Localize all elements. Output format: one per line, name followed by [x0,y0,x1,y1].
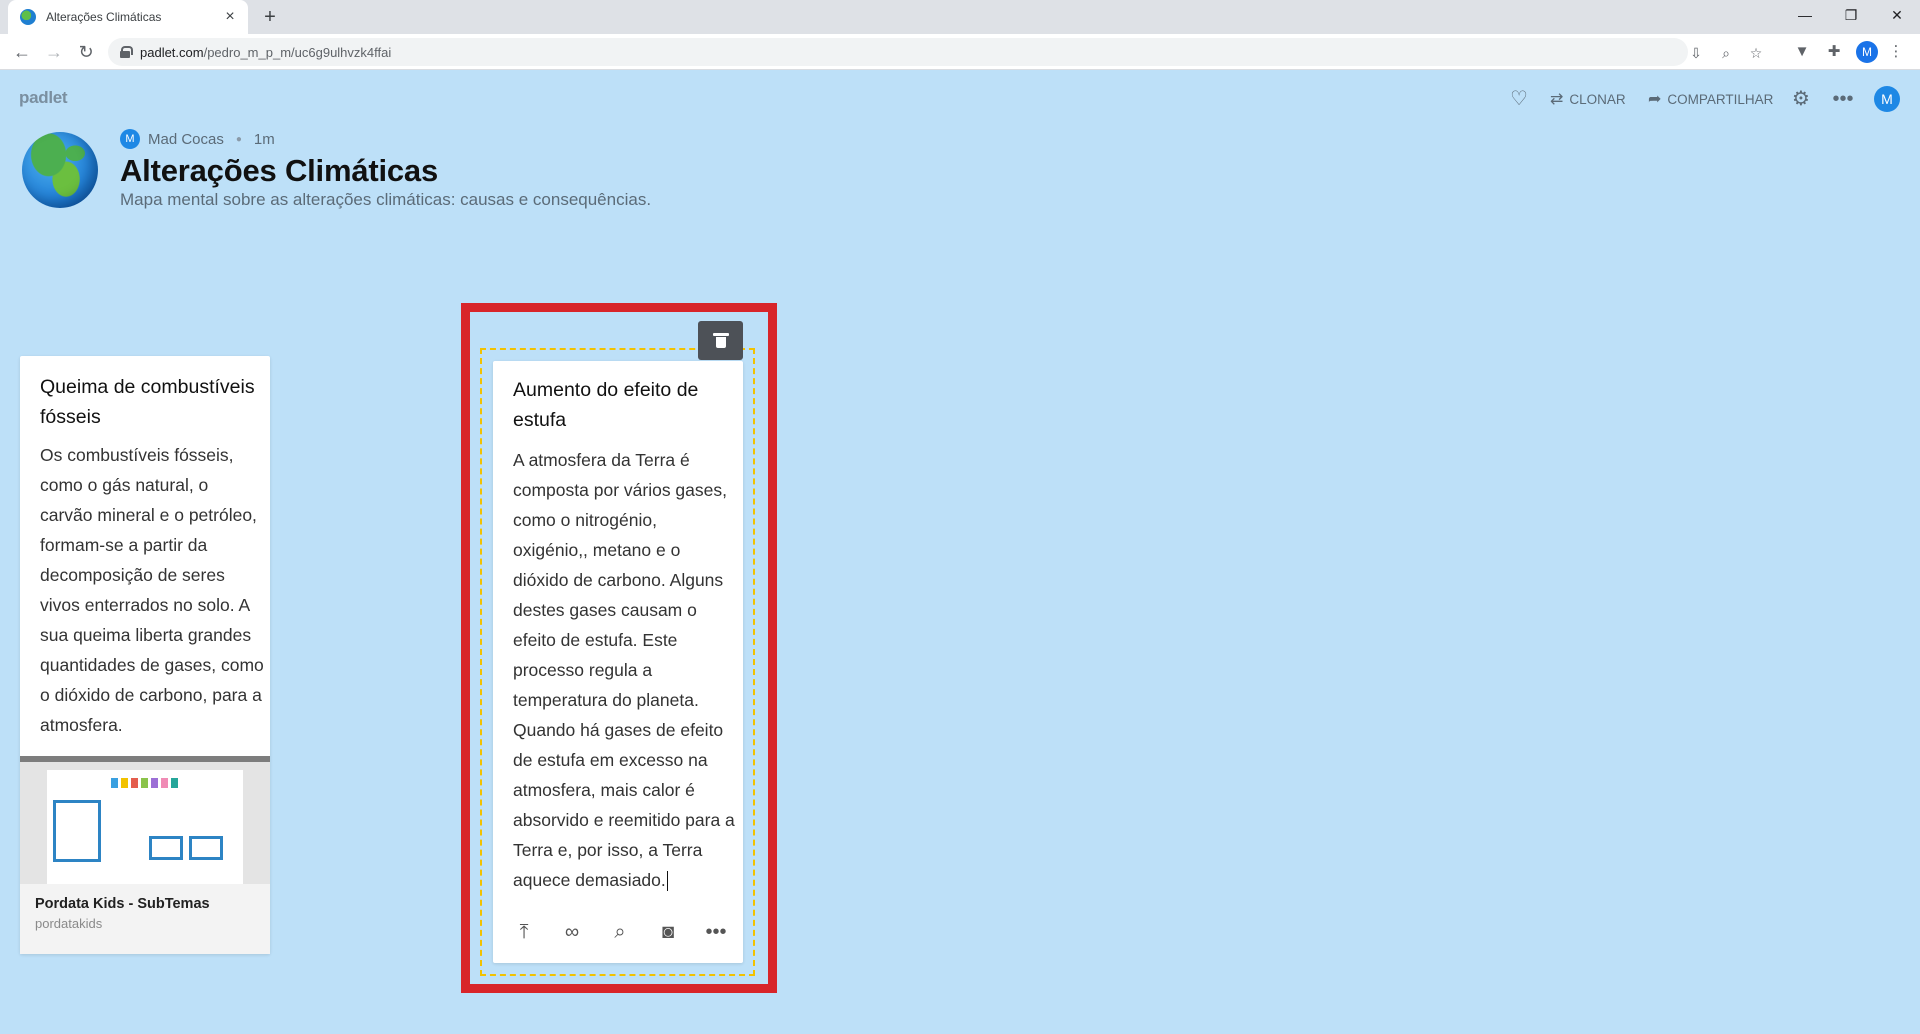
bookmark-star-icon[interactable]: ☆ [1748,45,1764,61]
post-card-editing[interactable]: Aumento do efeito de estufa A atmosfera … [493,361,743,963]
author-row: M Mad Cocas ● 1m [120,129,275,149]
close-window-icon[interactable]: ✕ [1874,0,1920,30]
thumbnail-page [47,770,243,884]
delete-post-button[interactable] [698,321,743,360]
padlet-logo[interactable]: padlet [19,88,68,108]
swatch [141,778,148,788]
link-icon[interactable]: ∞ [559,919,585,945]
text-caret [666,871,668,892]
reload-icon[interactable]: ↻ [74,40,98,64]
install-app-icon[interactable]: ⇩ [1688,45,1704,61]
browser-tab[interactable]: Alterações Climáticas × [8,0,248,34]
board-description: Mapa mental sobre as alterações climátic… [120,190,652,209]
thumbnail-header-bar [20,756,270,762]
repeat-icon: ⇄ [1550,91,1564,108]
thumbnail-box [189,836,223,860]
post-subject: Queima de combustíveis fósseis [40,376,255,428]
more-options-icon[interactable]: ••• [1830,86,1856,112]
swatch [151,778,158,788]
post-body-text: A atmosfera da Terra é composta por vári… [513,450,735,890]
attachment-footer[interactable]: Pordata Kids - SubTemas pordatakids [20,884,270,954]
swatch [121,778,128,788]
restore-icon[interactable]: ❐ [1828,0,1874,30]
attachment-thumbnail[interactable] [20,756,270,884]
browser-menu-icon[interactable]: ⋮ [1886,42,1906,62]
swatch [171,778,178,788]
more-attachments-icon[interactable]: ••• [703,919,729,945]
new-tab-icon[interactable]: + [258,5,282,29]
trash-icon [712,333,729,348]
url-text: padlet.com/pedro_m_p_m/uc6g9ulhvzk4ffai [140,45,391,60]
post-body: Os combustíveis fósseis, como o gás natu… [40,445,264,735]
post-card[interactable]: Queima de combustíveis fósseis Os combus… [20,356,270,954]
url-host: padlet.com [140,44,204,60]
share-arrow-icon: ➦ [1648,91,1662,108]
zoom-icon[interactable]: ⌕ [1718,45,1734,61]
author-name: Mad Cocas [148,130,224,148]
upload-icon[interactable]: ⤒ [511,919,537,945]
time-ago: 1m [253,130,275,148]
tab-title: Alterações Climáticas [46,10,162,24]
board-title: Alterações Climáticas [120,153,439,188]
browser-toolbar: ← → ↻ padlet.com/pedro_m_p_m/uc6g9ulhvzk… [0,34,1920,70]
swatch [161,778,168,788]
author-avatar: M [120,129,140,149]
post-subject[interactable]: Aumento do efeito de estufa [513,375,728,435]
post-body-editor[interactable]: A atmosfera da Terra é composta por vári… [513,445,735,895]
lock-icon [120,46,133,58]
like-heart-icon[interactable]: ♡ [1506,86,1532,112]
back-icon[interactable]: ← [10,40,34,64]
share-label: COMPARTILHAR [1667,91,1774,107]
swatch [111,778,118,788]
user-avatar[interactable]: M [1874,86,1900,112]
browser-profile-avatar[interactable]: M [1856,41,1878,63]
globe-favicon-icon [20,9,36,25]
post-attachment-toolbar: ⤒ ∞ ⌕ ◙ ••• [505,916,735,948]
forward-icon[interactable]: → [42,40,66,64]
swatch [131,778,138,788]
clone-label: CLONAR [1569,91,1626,107]
thumbnail-box [53,800,101,862]
clone-button[interactable]: ⇄ CLONAR [1550,86,1626,112]
board-globe-icon [22,132,98,208]
attachment-title: Pordata Kids - SubTemas [35,896,210,912]
settings-gear-icon[interactable]: ⚙ [1788,86,1814,112]
url-path: /pedro_m_p_m/uc6g9ulhvzk4ffai [203,44,392,60]
address-bar[interactable]: padlet.com/pedro_m_p_m/uc6g9ulhvzk4ffai … [108,38,1762,66]
extension-filter-icon[interactable]: ▼ [1792,42,1812,62]
attachment-source: pordatakids [35,916,103,931]
close-tab-icon[interactable]: × [222,9,238,25]
camera-icon[interactable]: ◙ [655,919,681,945]
thumbnail-box [149,836,183,860]
separator-dot: ● [235,133,242,145]
extensions-puzzle-icon[interactable]: ✚ [1824,42,1844,62]
minimize-icon[interactable]: — [1782,0,1828,30]
web-search-icon[interactable]: ⌕ [607,919,633,945]
browser-tab-bar: Alterações Climáticas × + — ❐ ✕ [0,0,1920,34]
share-button[interactable]: ➦ COMPARTILHAR [1648,86,1773,112]
